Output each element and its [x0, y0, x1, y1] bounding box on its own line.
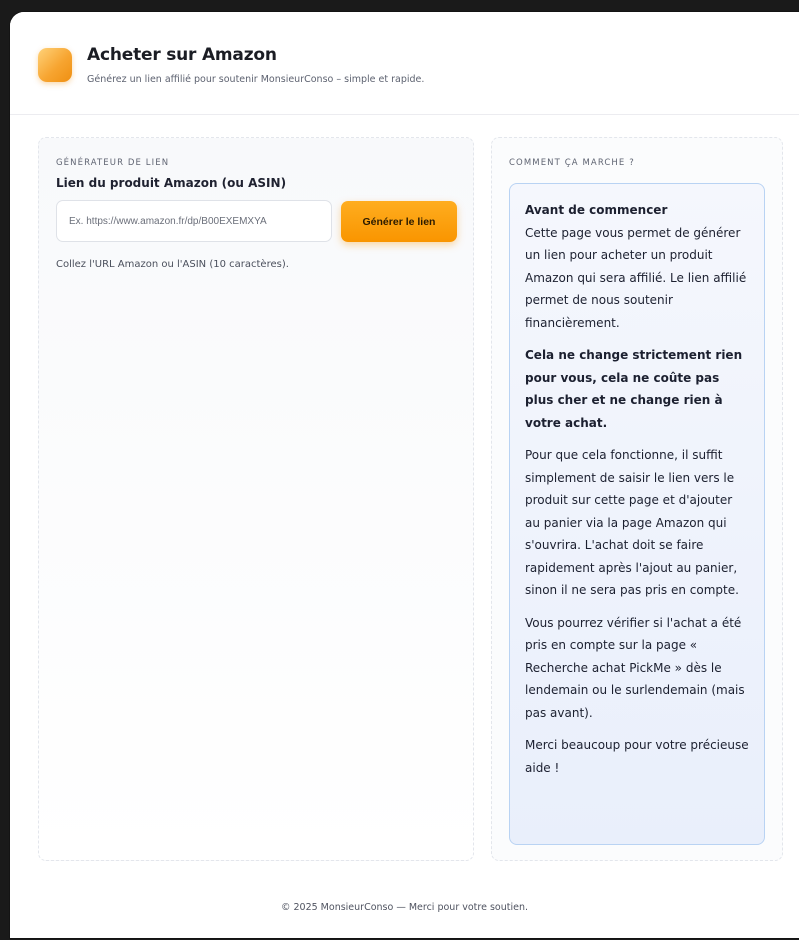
how-it-works-section-label: Comment ça marche ? [509, 158, 635, 168]
info-paragraph-4: Vous pourrez vérifier si l'achat a été p… [525, 615, 745, 720]
info-paragraph-5: Merci beaucoup pour votre précieuse aide… [525, 738, 749, 775]
logo-icon [38, 48, 72, 82]
product-link-input[interactable] [56, 200, 332, 242]
page-title: Acheter sur Amazon [87, 45, 277, 65]
how-it-works-panel: Comment ça marche ? Avant de commencer C… [491, 137, 783, 861]
info-paragraph-2: Cela ne change strictement rien pour vou… [525, 348, 743, 430]
generator-section-label: Générateur de lien [56, 158, 170, 168]
app-window: Acheter sur Amazon Générez un lien affil… [10, 12, 799, 938]
page-header: Acheter sur Amazon Générez un lien affil… [10, 12, 799, 115]
info-box: Avant de commencer Cette page vous perme… [509, 183, 765, 845]
info-paragraph-3: Pour que cela fonctionne, il suffit simp… [525, 448, 739, 597]
info-paragraph-1: Cette page vous permet de générer un lie… [525, 225, 747, 330]
generate-link-button[interactable]: Générer le lien [341, 201, 457, 242]
link-generator-panel: Générateur de lien Lien du produit Amazo… [38, 137, 474, 861]
page-footer: © 2025 MonsieurConso — Merci pour votre … [280, 902, 529, 913]
product-link-label: Lien du produit Amazon (ou ASIN) [56, 176, 287, 190]
input-hint: Collez l'URL Amazon ou l'ASIN (10 caract… [56, 259, 289, 270]
page-subtitle: Générez un lien affilié pour soutenir Mo… [87, 74, 425, 85]
info-heading: Avant de commencer [525, 203, 668, 217]
